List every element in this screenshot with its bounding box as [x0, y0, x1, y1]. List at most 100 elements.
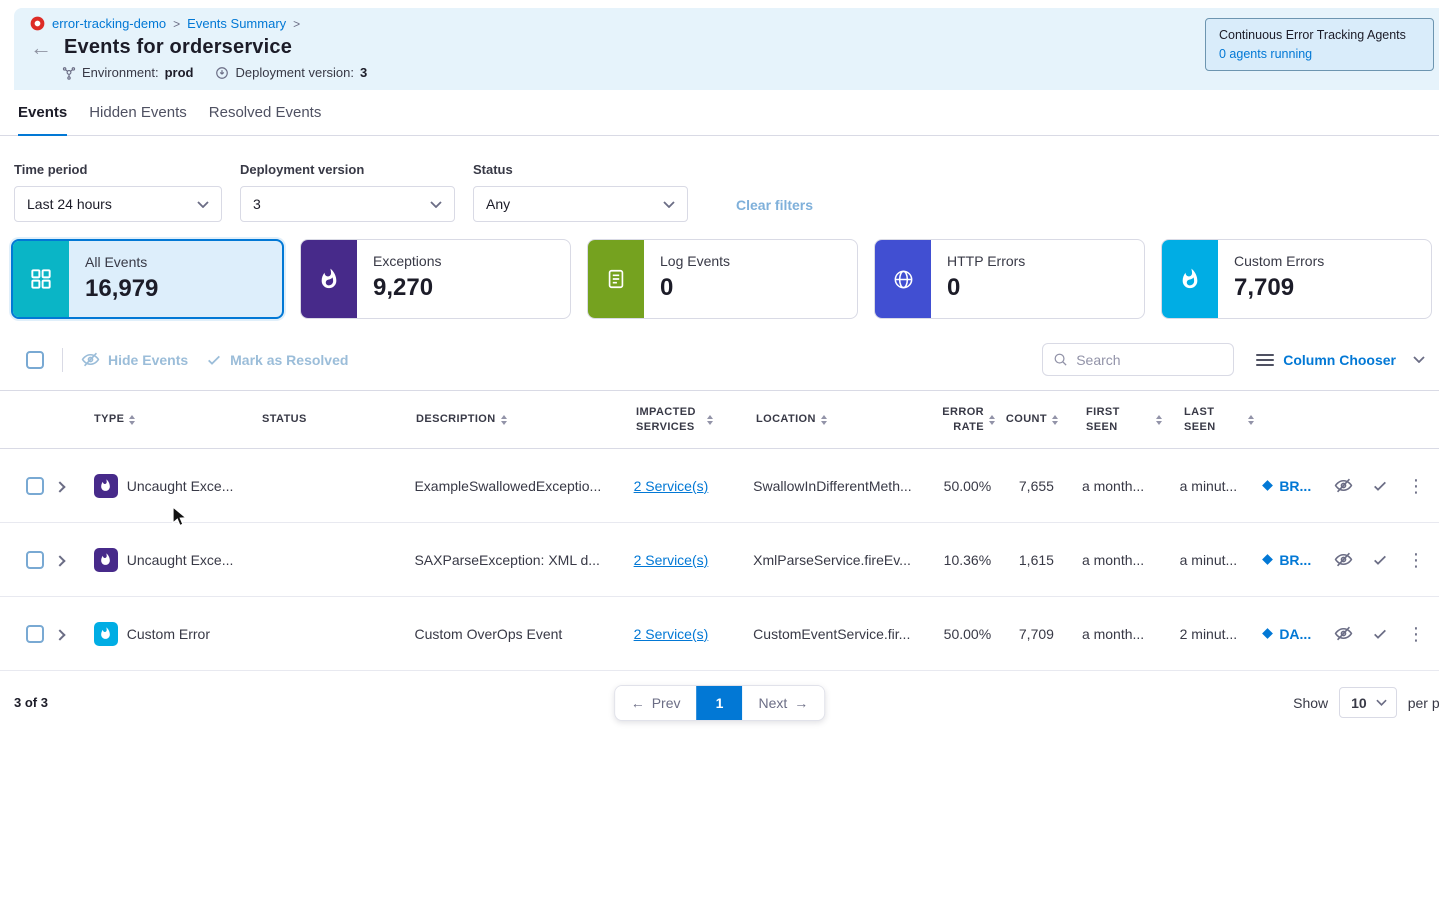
event-location: CustomEventService.fir... — [753, 626, 910, 642]
show-label: Show — [1293, 695, 1328, 711]
agents-box: Continuous Error Tracking Agents 0 agent… — [1205, 18, 1434, 71]
hide-event-icon[interactable] — [1334, 624, 1353, 643]
row-menu-icon[interactable]: ⋮ — [1407, 477, 1425, 495]
sort-icon[interactable] — [1052, 415, 1058, 425]
time-period-select[interactable]: Last 24 hours — [14, 186, 222, 222]
chevron-down-icon — [197, 201, 209, 208]
sort-icon[interactable] — [707, 415, 713, 425]
column-chooser-button[interactable]: Column Chooser — [1256, 352, 1425, 368]
version-badge[interactable]: DA... — [1261, 626, 1334, 642]
resolve-event-icon[interactable] — [1372, 626, 1388, 642]
hide-event-icon[interactable] — [1334, 476, 1353, 495]
sort-icon[interactable] — [129, 415, 135, 425]
column-header-count: COUNT — [1006, 412, 1047, 427]
status-select[interactable]: Any — [473, 186, 688, 222]
resolve-event-icon[interactable] — [1372, 552, 1388, 568]
check-icon — [206, 352, 222, 368]
table-row: Custom Error Custom OverOps Event 2 Serv… — [0, 597, 1439, 671]
page-number-button[interactable]: 1 — [697, 686, 743, 720]
page-summary: 3 of 3 — [14, 695, 48, 710]
impacted-services-link[interactable]: 2 Service(s) — [634, 552, 709, 568]
expand-chevron-icon[interactable] — [54, 481, 65, 492]
card-custom-errors[interactable]: Custom Errors 7,709 — [1161, 239, 1432, 319]
breadcrumb-project[interactable]: error-tracking-demo — [52, 16, 166, 31]
row-checkbox[interactable] — [26, 551, 44, 569]
event-location: XmlParseService.fireEv... — [753, 552, 911, 568]
grid-icon — [13, 241, 69, 317]
table-toolbar: Hide Events Mark as Resolved Column Choo… — [0, 319, 1439, 390]
event-count: 7,709 — [1019, 626, 1054, 642]
select-all-checkbox[interactable] — [26, 351, 44, 369]
exception-type-icon — [94, 548, 118, 572]
search-input[interactable] — [1076, 352, 1223, 368]
card-exceptions[interactable]: Exceptions 9,270 — [300, 239, 571, 319]
last-seen: a minut... — [1180, 552, 1238, 568]
chevron-down-icon — [1413, 356, 1425, 363]
row-menu-icon[interactable]: ⋮ — [1407, 551, 1425, 569]
document-icon — [588, 240, 644, 318]
event-description: ExampleSwallowedExceptio... — [414, 478, 601, 494]
event-count: 7,655 — [1019, 478, 1054, 494]
tab-resolved-events[interactable]: Resolved Events — [209, 90, 322, 135]
resolve-event-icon[interactable] — [1372, 478, 1388, 494]
time-period-value: Last 24 hours — [27, 196, 112, 212]
time-period-filter: Time period Last 24 hours — [14, 162, 222, 222]
sort-icon[interactable] — [1248, 415, 1254, 425]
next-page-button[interactable]: Next → — [743, 686, 825, 720]
version-badge[interactable]: BR... — [1261, 552, 1334, 568]
mark-resolved-button[interactable]: Mark as Resolved — [206, 352, 348, 368]
error-tracking-logo-icon — [30, 16, 45, 31]
diamond-icon — [1261, 553, 1274, 566]
version-badge[interactable]: BR... — [1261, 478, 1334, 494]
hide-event-icon[interactable] — [1334, 550, 1353, 569]
sort-icon[interactable] — [821, 415, 827, 425]
prev-page-button[interactable]: ← Prev — [615, 686, 697, 720]
events-table: TYPE STATUS DESCRIPTION IMPACTED SERVICE… — [0, 390, 1439, 671]
breadcrumb-separator: > — [173, 17, 180, 31]
event-location: SwallowInDifferentMeth... — [753, 478, 911, 494]
last-seen: 2 minut... — [1180, 626, 1238, 642]
event-count: 1,615 — [1019, 552, 1054, 568]
environment-meta: Environment: prod — [62, 65, 193, 80]
impacted-services-link[interactable]: 2 Service(s) — [634, 626, 709, 642]
card-http-errors[interactable]: HTTP Errors 0 — [874, 239, 1145, 319]
breadcrumb-page[interactable]: Events Summary — [187, 16, 286, 31]
back-arrow-icon[interactable]: ← — [30, 38, 52, 58]
page-title: Events for orderservice — [64, 36, 292, 59]
expand-chevron-icon[interactable] — [54, 629, 65, 640]
impacted-services-link[interactable]: 2 Service(s) — [634, 478, 709, 494]
eye-off-icon — [81, 350, 100, 369]
row-checkbox[interactable] — [26, 625, 44, 643]
card-all-events[interactable]: All Events 16,979 — [11, 239, 284, 319]
error-rate: 50.00% — [944, 478, 991, 494]
last-seen: a minut... — [1180, 478, 1238, 494]
flame-icon — [301, 240, 357, 318]
deployment-version-value: 3 — [253, 196, 261, 212]
hide-events-button[interactable]: Hide Events — [81, 350, 188, 369]
mark-resolved-label: Mark as Resolved — [230, 352, 348, 368]
deployment-version-label: Deployment version — [240, 162, 455, 177]
search-box — [1042, 343, 1234, 376]
row-menu-icon[interactable]: ⋮ — [1407, 625, 1425, 643]
event-type: Uncaught Exce... — [127, 552, 234, 568]
sort-icon[interactable] — [501, 415, 507, 425]
event-description: SAXParseException: XML d... — [414, 552, 599, 568]
clear-filters-button[interactable]: Clear filters — [736, 197, 813, 213]
error-rate: 10.36% — [944, 552, 991, 568]
first-seen: a month... — [1082, 626, 1144, 642]
hide-events-label: Hide Events — [108, 352, 188, 368]
globe-icon — [875, 240, 931, 318]
tab-events[interactable]: Events — [18, 90, 67, 135]
pagination-bar: 3 of 3 ← Prev 1 Next → Show 10 per page — [0, 671, 1439, 718]
page-size-select[interactable]: 10 — [1339, 687, 1397, 718]
column-header-status: STATUS — [262, 412, 307, 427]
summary-cards: All Events 16,979 Exceptions 9,270 Log E… — [0, 222, 1439, 319]
row-checkbox[interactable] — [26, 477, 44, 495]
card-log-events[interactable]: Log Events 0 — [587, 239, 858, 319]
tab-hidden-events[interactable]: Hidden Events — [89, 90, 187, 135]
agents-status-link[interactable]: 0 agents running — [1219, 47, 1420, 61]
sort-icon[interactable] — [989, 415, 995, 425]
expand-chevron-icon[interactable] — [54, 555, 65, 566]
deployment-version-select[interactable]: 3 — [240, 186, 455, 222]
arrow-left-icon: ← — [631, 695, 645, 711]
